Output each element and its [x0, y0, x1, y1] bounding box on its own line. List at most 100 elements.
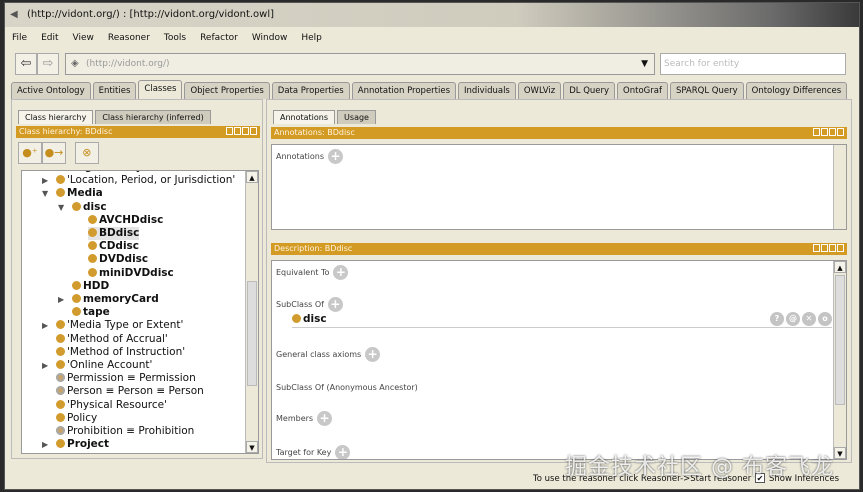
- class-icon: [56, 170, 65, 171]
- target-for-key-section: Target for Key +: [276, 445, 351, 459]
- explain-icon[interactable]: ?: [770, 312, 784, 326]
- tree-item[interactable]: tape: [72, 306, 110, 319]
- search-input[interactable]: Search for entity: [660, 53, 846, 75]
- forward-button[interactable]: ⇨: [37, 53, 59, 75]
- scroll-up-icon[interactable]: ▲: [834, 261, 846, 273]
- tab-data-properties[interactable]: Data Properties: [271, 82, 350, 99]
- delete-class-icon[interactable]: ⊗: [74, 142, 99, 164]
- menu-help[interactable]: Help: [294, 29, 329, 47]
- tree-item[interactable]: 'Physical Resource': [56, 399, 167, 412]
- tree-item-label: 'Physical Resource': [67, 398, 167, 411]
- expand-icon[interactable]: ▶: [42, 438, 48, 451]
- tree-item[interactable]: ▶ memoryCard: [58, 293, 159, 306]
- ontology-icon: ◈: [71, 58, 79, 69]
- add-superclass-icon[interactable]: +: [327, 297, 343, 312]
- protege-window: ◀ (http://vidont.org/) : [http://vidont.…: [4, 2, 860, 490]
- tree-item[interactable]: DVDdisc: [88, 253, 148, 266]
- tree-item-label: 'Method of Accrual': [67, 332, 168, 345]
- tab-ontograf[interactable]: OntoGraf: [617, 82, 668, 99]
- add-sibling-icon[interactable]: ●→: [42, 142, 66, 164]
- tab-ontology-differences[interactable]: Ontology Differences: [745, 82, 848, 99]
- tree-item[interactable]: Person ≡ Person ≡ Person: [56, 385, 204, 398]
- tree-item[interactable]: ▼ Media: [42, 187, 103, 200]
- scroll-up-icon[interactable]: ▲: [246, 171, 258, 183]
- menu-reasoner[interactable]: Reasoner: [101, 29, 157, 47]
- delete-icon[interactable]: ✕: [802, 312, 816, 326]
- add-annotation-icon[interactable]: +: [328, 149, 344, 164]
- tab-classes[interactable]: Classes: [138, 80, 183, 99]
- annotations-scrollbar[interactable]: [833, 145, 846, 229]
- tab-dl-query[interactable]: DL Query: [563, 82, 616, 99]
- class-detail-panel: Annotations Usage Annotations: BDdisc An…: [266, 99, 852, 463]
- tree-item[interactable]: Permission ≡ Permission: [56, 372, 196, 385]
- tab-annotations[interactable]: Annotations: [273, 110, 336, 124]
- tree-item[interactable]: Prohibition ≡ Prohibition: [56, 425, 194, 438]
- tab-individuals[interactable]: Individuals: [458, 82, 516, 99]
- app-icon: ◀: [10, 9, 18, 20]
- class-icon: [56, 373, 65, 383]
- tree-item[interactable]: Policy: [56, 412, 97, 425]
- menu-refactor[interactable]: Refactor: [193, 29, 245, 47]
- tree-scrollbar[interactable]: ▲ ▼: [245, 171, 258, 453]
- scroll-down-icon[interactable]: ▼: [834, 447, 846, 459]
- back-button[interactable]: ⇦: [15, 53, 37, 75]
- class-icon: [88, 267, 97, 277]
- tree-item[interactable]: ▶ 'Location, Period, or Jurisdiction': [42, 174, 235, 187]
- tab-sparql-query[interactable]: SPARQL Query: [669, 82, 744, 99]
- collapse-icon[interactable]: ▼: [58, 201, 64, 214]
- add-equivalent-icon[interactable]: +: [333, 265, 349, 280]
- tree-item[interactable]: 'Method of Instruction': [56, 346, 185, 359]
- add-member-icon[interactable]: +: [317, 411, 333, 426]
- add-key-icon[interactable]: +: [335, 445, 351, 459]
- expand-icon[interactable]: ▶: [58, 293, 64, 306]
- tree-item[interactable]: BDdisc: [88, 227, 140, 240]
- class-icon: [88, 214, 97, 224]
- menu-edit[interactable]: Edit: [34, 29, 65, 47]
- tree-item[interactable]: HDD: [72, 280, 109, 293]
- view-controls[interactable]: [813, 128, 844, 136]
- tab-annotation-properties[interactable]: Annotation Properties: [351, 82, 457, 99]
- annotate-icon[interactable]: @: [786, 312, 800, 326]
- description-scrollbar[interactable]: ▲ ▼: [833, 261, 846, 459]
- class-icon: [72, 280, 81, 290]
- tree-item[interactable]: ▼ disc: [58, 201, 107, 214]
- tree-item[interactable]: AVCHDdisc: [88, 214, 163, 227]
- tree-item-label: Permission ≡ Permission: [67, 372, 196, 385]
- tree-item[interactable]: ▶ Project: [42, 438, 109, 451]
- scroll-down-icon[interactable]: ▼: [246, 441, 258, 453]
- tab-active-ontology[interactable]: Active Ontology: [11, 82, 91, 99]
- expand-icon[interactable]: ▶: [42, 174, 48, 187]
- annotations-section: Annotations +: [276, 149, 344, 164]
- tab-usage[interactable]: Usage: [337, 110, 376, 124]
- tab-object-properties[interactable]: Object Properties: [184, 82, 270, 99]
- scroll-thumb[interactable]: [835, 275, 845, 405]
- tree-item[interactable]: ▶ 'Online Account': [42, 359, 152, 372]
- tab-entities[interactable]: Entities: [92, 82, 137, 99]
- ontology-iri-select[interactable]: ◈ (http://vidont.org/) ▼: [65, 53, 655, 75]
- collapse-icon[interactable]: ▼: [42, 187, 48, 200]
- chevron-down-icon: ▼: [641, 59, 648, 69]
- tree-item-label: miniDVDdisc: [99, 266, 174, 279]
- tab-owlviz[interactable]: OWLViz: [517, 82, 562, 99]
- view-controls[interactable]: [813, 244, 844, 252]
- tree-item[interactable]: 'Method of Accrual': [56, 333, 168, 346]
- section-label: Annotations: [276, 152, 325, 161]
- menu-window[interactable]: Window: [245, 29, 295, 47]
- subclass-of-row[interactable]: disc ? @ ✕ o: [292, 312, 832, 328]
- menu-view[interactable]: View: [66, 29, 101, 47]
- add-axiom-icon[interactable]: +: [365, 347, 381, 362]
- scroll-thumb[interactable]: [247, 281, 257, 386]
- expand-icon[interactable]: ▶: [42, 319, 48, 332]
- tab-class-hierarchy-inferred[interactable]: Class hierarchy (inferred): [95, 110, 211, 124]
- tree-item[interactable]: miniDVDdisc: [88, 267, 174, 280]
- view-controls[interactable]: [226, 127, 257, 135]
- edit-icon[interactable]: o: [818, 312, 832, 326]
- tree-item[interactable]: CDdisc: [88, 240, 139, 253]
- menu-tools[interactable]: Tools: [157, 29, 193, 47]
- tab-class-hierarchy[interactable]: Class hierarchy: [18, 110, 94, 124]
- expand-icon[interactable]: ▶: [42, 359, 48, 372]
- add-subclass-icon[interactable]: ●⁺: [18, 142, 42, 164]
- left-subtabs: Class hierarchy Class hierarchy (inferre…: [18, 110, 213, 124]
- menu-file[interactable]: File: [5, 29, 34, 47]
- tree-item[interactable]: ▶ 'Media Type or Extent': [42, 319, 183, 332]
